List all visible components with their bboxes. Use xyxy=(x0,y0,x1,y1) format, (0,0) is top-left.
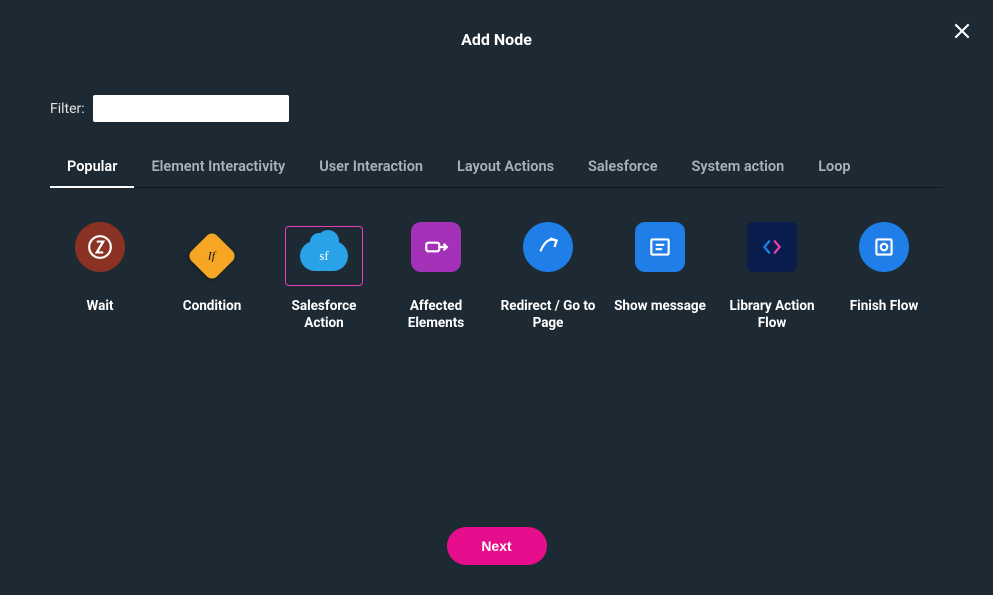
tab-loop[interactable]: Loop xyxy=(801,158,867,187)
tab-popular[interactable]: Popular xyxy=(50,158,134,187)
tab-layout-actions[interactable]: Layout Actions xyxy=(440,158,571,187)
node-show-message[interactable]: Show message xyxy=(610,226,710,332)
node-label: Show message xyxy=(614,298,706,315)
tab-user-interaction[interactable]: User Interaction xyxy=(302,158,440,187)
node-label: Affected Elements xyxy=(386,298,486,332)
node-library-action-flow[interactable]: Library Action Flow xyxy=(722,226,822,332)
node-icon-frame xyxy=(509,226,587,286)
node-condition[interactable]: If Condition xyxy=(162,226,262,332)
node-grid: Wait If Condition sf Salesforce Action A… xyxy=(0,188,993,332)
node-label: Library Action Flow xyxy=(722,298,822,332)
message-icon xyxy=(635,222,685,272)
node-label: Wait xyxy=(87,298,114,315)
node-label: Salesforce Action xyxy=(274,298,374,332)
node-icon-frame: If xyxy=(173,226,251,286)
node-finish-flow[interactable]: Finish Flow xyxy=(834,226,934,332)
redirect-arrow-icon xyxy=(523,222,573,272)
node-icon-frame xyxy=(621,226,699,286)
tab-element-interactivity[interactable]: Element Interactivity xyxy=(134,158,302,187)
tab-bar: Popular Element Interactivity User Inter… xyxy=(50,158,943,188)
close-button[interactable] xyxy=(949,18,975,44)
node-wait[interactable]: Wait xyxy=(50,226,150,332)
dialog-title: Add Node xyxy=(0,0,993,49)
node-icon-frame xyxy=(845,226,923,286)
next-button[interactable]: Next xyxy=(447,527,547,565)
filter-input[interactable] xyxy=(93,95,289,122)
library-flow-icon xyxy=(747,222,797,272)
filter-label: Filter: xyxy=(50,101,85,117)
node-label: Redirect / Go to Page xyxy=(498,298,598,332)
finish-flow-icon xyxy=(859,222,909,272)
node-icon-frame xyxy=(397,226,475,286)
add-node-dialog: Add Node Filter: Popular Element Interac… xyxy=(0,0,993,595)
diamond-if-icon: If xyxy=(187,231,238,282)
node-icon-frame: sf xyxy=(285,226,363,286)
tab-salesforce[interactable]: Salesforce xyxy=(571,158,674,187)
tab-system-action[interactable]: System action xyxy=(675,158,802,187)
node-label: Condition xyxy=(183,298,242,315)
filter-row: Filter: xyxy=(0,49,993,122)
hourglass-icon xyxy=(75,222,125,272)
node-affected-elements[interactable]: Affected Elements xyxy=(386,226,486,332)
node-redirect[interactable]: Redirect / Go to Page xyxy=(498,226,598,332)
node-label: Finish Flow xyxy=(850,298,919,315)
node-icon-frame xyxy=(61,226,139,286)
node-icon-frame xyxy=(733,226,811,286)
elements-icon xyxy=(411,222,461,272)
node-salesforce-action[interactable]: sf Salesforce Action xyxy=(274,226,374,332)
close-icon xyxy=(952,21,972,41)
salesforce-cloud-icon: sf xyxy=(300,241,348,271)
